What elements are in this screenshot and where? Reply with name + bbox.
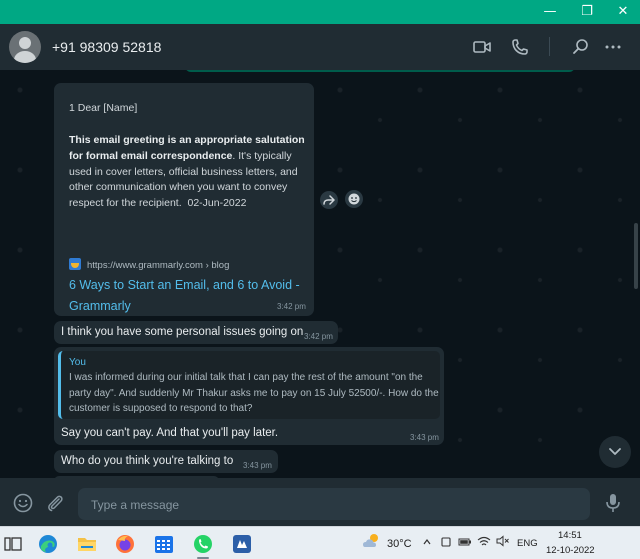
wifi-icon[interactable] [477, 535, 491, 547]
message-time: 3:42 pm [277, 302, 306, 311]
window-titlebar: — ❐ ✕ [0, 0, 640, 24]
reaction-emoji-icon[interactable] [345, 190, 363, 208]
header-divider [549, 37, 550, 56]
forward-glyph [323, 195, 335, 205]
incoming-message[interactable]: I think you have some personal issues go… [54, 321, 338, 344]
mic-icon[interactable] [603, 492, 623, 514]
calendar-icon[interactable] [153, 533, 175, 555]
app-icon[interactable] [231, 533, 253, 555]
smiley-glyph [348, 193, 360, 205]
message-text: Who do you think you're talking to [61, 455, 234, 467]
emoji-icon[interactable] [12, 492, 34, 514]
site-favicon-icon [69, 258, 81, 270]
card-desc-date: 02-Jun-2022 [187, 197, 247, 210]
search-icon[interactable] [571, 37, 591, 57]
close-button[interactable]: ✕ [606, 0, 640, 24]
card-heading: 1 Dear [Name] [69, 102, 138, 114]
volume-muted-icon[interactable] [496, 535, 510, 547]
minimize-button[interactable]: — [533, 0, 567, 24]
card-url-row: https://www.grammarly.com › blog [69, 258, 229, 271]
battery-icon[interactable] [458, 537, 472, 547]
previous-outgoing-message[interactable] [185, 70, 575, 72]
message-text: I think you have some personal issues go… [61, 326, 304, 338]
chat-scrollbar[interactable] [634, 223, 638, 289]
windows-taskbar: 30°C ENG 14:51 12-10-2022 [0, 526, 640, 559]
card-url: https://www.grammarly.com › blog [87, 260, 230, 271]
language-indicator[interactable]: ENG [517, 538, 538, 549]
avatar-head [19, 37, 31, 49]
video-call-icon[interactable] [472, 37, 492, 57]
incoming-message[interactable]: Who do you think you're talking to 3:43 … [54, 450, 278, 473]
chat-area[interactable]: 1 Dear [Name] This email greeting is an … [0, 70, 640, 478]
chat-header: +91 98309 52818 [0, 24, 640, 70]
weather-temperature[interactable]: 30°C [387, 538, 412, 550]
menu-icon[interactable] [603, 37, 623, 57]
incoming-reply-message[interactable]: You I was informed during our initial ta… [54, 347, 444, 445]
task-view-icon[interactable] [2, 533, 24, 555]
scroll-to-bottom-button[interactable] [599, 436, 631, 468]
avatar-body [14, 51, 36, 63]
device-icon[interactable] [440, 536, 452, 548]
voice-call-icon[interactable] [510, 37, 530, 57]
chevron-down-icon [609, 448, 621, 455]
whatsapp-icon[interactable] [192, 533, 214, 555]
message-time: 3:43 pm [243, 461, 272, 470]
link-preview-message[interactable]: 1 Dear [Name] This email greeting is an … [54, 83, 314, 316]
attach-icon[interactable] [44, 492, 66, 514]
clock-date[interactable]: 12-10-2022 [546, 545, 595, 556]
message-composer: Type a message [0, 478, 640, 526]
message-text: Say you can't pay. And that you'll pay l… [61, 427, 279, 439]
chevron-up-icon[interactable] [422, 537, 432, 547]
edge-icon[interactable] [37, 533, 59, 555]
card-description: This email greeting is an appropriate sa… [69, 133, 307, 212]
message-input[interactable]: Type a message [78, 488, 590, 520]
file-explorer-icon[interactable] [76, 533, 98, 555]
quote-text: I was informed during our initial talk t… [69, 372, 439, 415]
firefox-icon[interactable] [114, 533, 136, 555]
message-time: 3:43 pm [410, 433, 439, 442]
forward-icon[interactable] [320, 191, 338, 209]
weather-icon[interactable] [361, 531, 385, 551]
message-input-placeholder: Type a message [91, 498, 180, 512]
quote-author: You [69, 357, 86, 368]
message-time: 3:42 pm [304, 332, 333, 341]
card-link-title[interactable]: 6 Ways to Start an Email, and 6 to Avoid… [69, 275, 307, 317]
restore-button[interactable]: ❐ [570, 0, 604, 24]
contact-avatar[interactable] [9, 31, 41, 63]
quoted-message[interactable]: You I was informed during our initial ta… [58, 351, 440, 419]
contact-name[interactable]: +91 98309 52818 [52, 39, 161, 55]
clock-time[interactable]: 14:51 [558, 530, 582, 541]
